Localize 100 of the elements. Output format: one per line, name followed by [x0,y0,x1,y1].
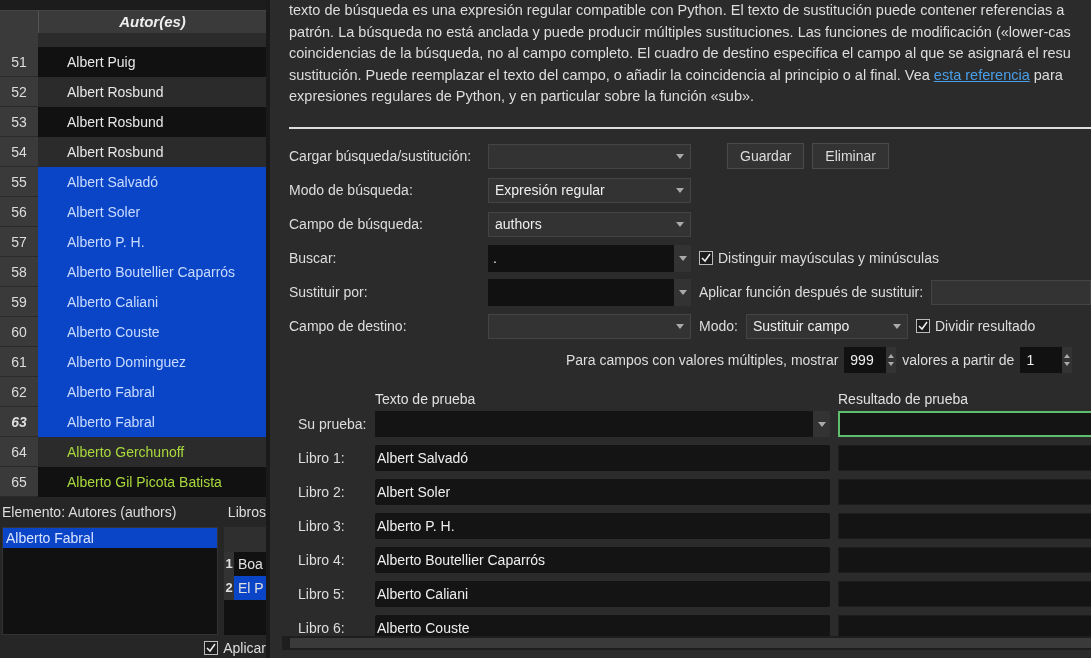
checkbox-label: Dividir resultado [934,318,1036,334]
author-cell[interactable]: Albert Salvadó [38,167,266,197]
checkbox[interactable] [204,641,219,655]
row-number: 61 [0,347,38,377]
row-number: 1 [224,552,234,576]
author-cell[interactable]: Albert Rosbund [38,137,266,167]
checkbox[interactable] [699,251,713,265]
row-number: 62 [0,377,38,407]
check-icon [917,321,928,331]
checkbox-label: Aplicar [223,640,266,656]
caret-icon [676,221,684,227]
element-item[interactable]: Alberto Fabral [3,528,217,548]
column-header: Texto de prueba [375,391,477,407]
caret-icon [678,255,687,261]
author-cell[interactable]: Alberto Gil Picota Batista [38,467,266,497]
author-cell[interactable]: Alberto Couste [38,317,266,347]
caret-icon [678,289,687,295]
field-label: Libro 4: [298,552,346,568]
author-cell[interactable]: Alberto Fabral [38,377,266,407]
author-cell[interactable]: Alberto Fabral [38,407,266,437]
author-cell[interactable]: Albert Rosbund [38,107,266,137]
column-header: Resultado de prueba [838,391,968,407]
mode-dropdown[interactable]: Sustituir campo [745,313,908,339]
element-label: Elemento: Autores (authors) [2,504,177,520]
author-cell[interactable]: Alberto Caliani [38,287,266,317]
help-text: expresiones regulares de Python, y en particular sobre la función «sub». [289,87,756,106]
field-label: Buscar: [289,250,338,266]
row-number: 58 [0,257,38,287]
field-label: Modo de búsqueda: [289,182,414,198]
caret-icon [676,187,684,193]
help-text: sustitución. Puede reemplazar el texto del campo, o añadir la coincidencia al principio o al final. Vea esta referencia para [289,65,1064,85]
count-spinbox[interactable]: 999 [844,347,897,373]
field-label: Para campos con valores múltiples, mostrar [566,352,839,368]
scrollbar[interactable] [282,636,1091,650]
field-label: Libro 1: [298,450,346,466]
caret-icon [676,153,684,159]
field-label: Libro 5: [298,586,346,602]
author-cell[interactable] [38,33,266,47]
check-icon [701,253,711,263]
field-label: Libro 6: [298,620,346,636]
author-cell[interactable]: Albert Soler [38,197,266,227]
field-label: Campo de destino: [289,318,408,334]
caret-icon [892,323,901,329]
test-text-field[interactable]: Alberto P. H. [375,513,830,539]
field-label: Campo de búsqueda: [289,216,424,232]
row-number: 53 [0,107,38,137]
field-label: Libro 2: [298,484,346,500]
save-button[interactable]: Guardar [727,143,805,169]
field-label: Aplicar función después de sustituir: [699,284,924,300]
row-number: 51 [0,47,38,77]
help-text: coincidencias de la búsqueda, no al campo completo. El cuadro de destino especifica el campo al que se asignará el resu [289,44,1072,63]
load-dropdown[interactable] [488,143,691,169]
field-label: Su prueba: [298,416,368,432]
destination-dropdown[interactable] [488,313,691,339]
spin-arrows-icon[interactable] [1062,347,1073,373]
test-text-field[interactable]: Alberto Caliani [375,581,830,607]
author-cell[interactable]: Alberto P. H. [38,227,266,257]
field-label: Libro 3: [298,518,346,534]
test-text-field[interactable]: Albert Salvadó [375,445,830,471]
author-cell[interactable]: Albert Rosbund [38,77,266,107]
checkbox[interactable] [915,319,930,333]
row-number: 64 [0,437,38,467]
author-cell[interactable]: Alberto Dominguez [38,347,266,377]
checkbox-label: Distinguir mayúsculas y minúsculas [718,250,939,266]
row-number: 55 [0,167,38,197]
reference-link[interactable]: esta referencia [933,66,1030,83]
row-number: 63 [0,407,38,437]
row-number: 60 [0,317,38,347]
caret-icon [817,421,826,427]
row-number: 2 [224,576,234,600]
mode-dropdown[interactable]: Expresión regular [488,177,691,203]
caret-icon [676,323,684,329]
row-number: 52 [0,77,38,107]
test-text-field[interactable]: Alberto Couste [375,615,830,636]
test-input[interactable] [375,411,830,437]
start-spinbox[interactable]: 1 [1020,347,1073,373]
row-number: 57 [0,227,38,257]
row-number: 59 [0,287,38,317]
test-text-field[interactable]: Alberto Boutellier Caparrós [375,547,830,573]
field-label: valores a partir de [902,352,1015,368]
result-field[interactable] [838,411,1091,437]
row-number: 56 [0,197,38,227]
test-text-field[interactable]: Albert Soler [375,479,830,505]
row-number: 65 [0,467,38,497]
author-cell[interactable]: Alberto Gerchunoff [38,437,266,467]
field-label: Modo: [699,318,738,334]
spin-arrows-icon[interactable] [886,347,897,373]
check-icon [206,643,217,653]
field-dropdown[interactable]: authors [488,211,691,237]
field-label: Cargar búsqueda/sustitución: [289,148,473,164]
field-label: Sustituir por: [289,284,369,300]
splitter[interactable] [266,0,270,658]
function-dropdown[interactable] [931,279,1091,305]
book-cell[interactable]: El P [234,576,266,600]
row-number: 54 [0,137,38,167]
author-cell[interactable]: Albert Puig [38,47,266,77]
books-label: Libros [227,504,266,520]
author-cell[interactable]: Alberto Boutellier Caparrós [38,257,266,287]
help-text: patrón. La búsqueda no está anclada y puede producir múltiples sustituciones. Las funciones de modificación («lower-cas [289,22,1072,42]
delete-button[interactable]: Eliminar [812,143,889,169]
